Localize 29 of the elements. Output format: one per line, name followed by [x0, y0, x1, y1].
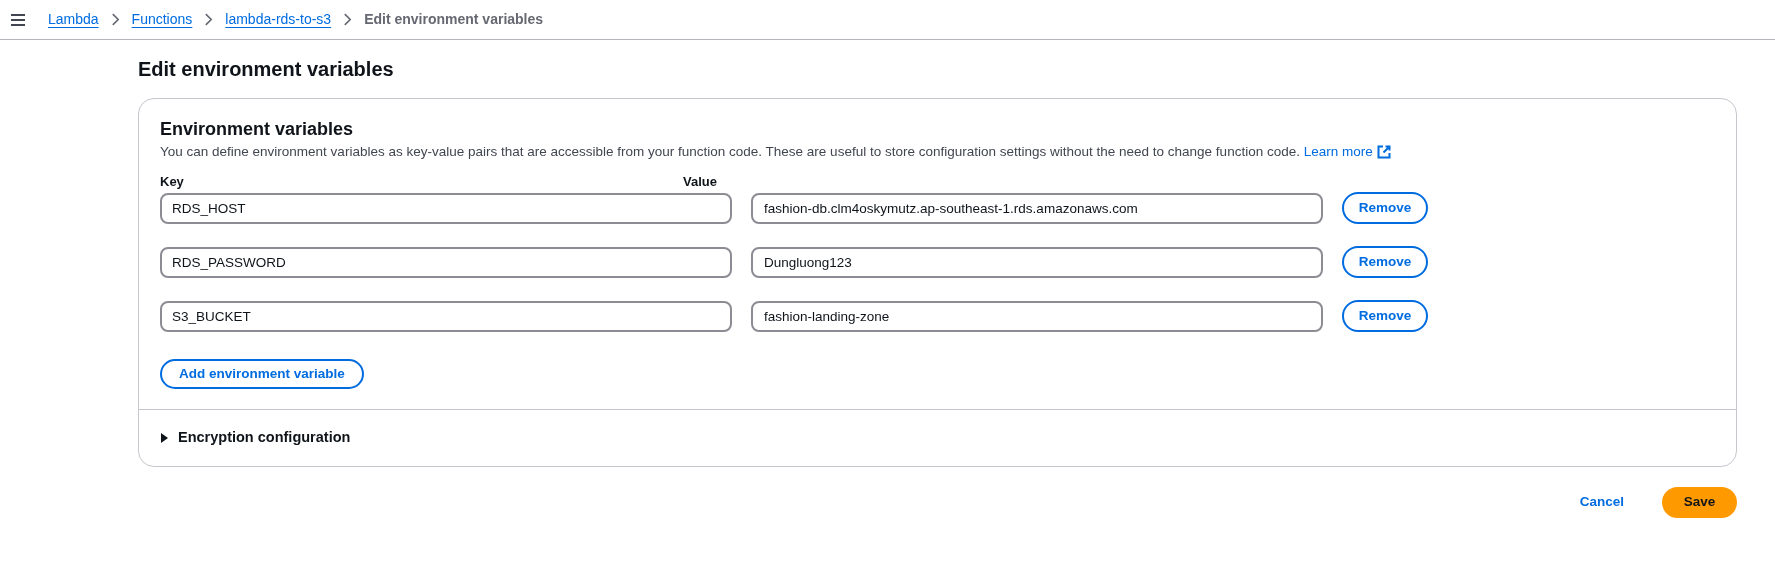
remove-button[interactable]: Remove	[1342, 246, 1428, 278]
remove-button[interactable]: Remove	[1342, 192, 1428, 224]
page-title: Edit environment variables	[138, 57, 395, 82]
key-input[interactable]: RDS_PASSWORD	[160, 246, 732, 278]
breadcrumb-link[interactable]: lambda-rds-to-s3	[225, 9, 332, 30]
panel-description: You can define environment variables as key-value pairs that are accessible from your function code. These are useful to store configuration settings without the need to change function code.	[160, 144, 1300, 159]
value-input[interactable]: fashion-db.clm4oskymutz.ap-southeast-1.rds.amazonaws.com	[751, 192, 1323, 224]
breadcrumb-link[interactable]: Functions	[131, 9, 193, 30]
cancel-button[interactable]: Cancel	[1579, 492, 1624, 513]
key-input[interactable]: S3_BUCKET	[160, 300, 732, 332]
remove-button[interactable]: Remove	[1342, 300, 1428, 332]
encryption-toggle[interactable]: Encryption configuration	[160, 427, 351, 449]
panel-title: Environment variables	[160, 118, 355, 141]
value-input[interactable]: fashion-landing-zone	[751, 300, 1323, 332]
chevron-right-icon	[204, 13, 214, 26]
caret-right-icon	[160, 432, 170, 443]
value-label: Value	[683, 174, 717, 190]
learn-more-link[interactable]: Learn more	[1303, 142, 1391, 162]
chevron-right-icon	[343, 13, 353, 26]
key-label: Key	[160, 174, 185, 190]
value-input[interactable]: Dungluong123	[751, 246, 1323, 278]
breadcrumb-current: Edit environment variables	[364, 10, 544, 29]
add-environment-variable-button[interactable]: Add environment variable	[160, 359, 364, 389]
chevron-right-icon	[110, 13, 120, 26]
external-link-icon	[1376, 145, 1391, 159]
menu-icon[interactable]	[10, 12, 26, 27]
breadcrumb-link[interactable]: Lambda	[48, 9, 99, 30]
save-button[interactable]: Save	[1662, 486, 1737, 518]
key-input[interactable]: RDS_HOST	[160, 192, 732, 224]
